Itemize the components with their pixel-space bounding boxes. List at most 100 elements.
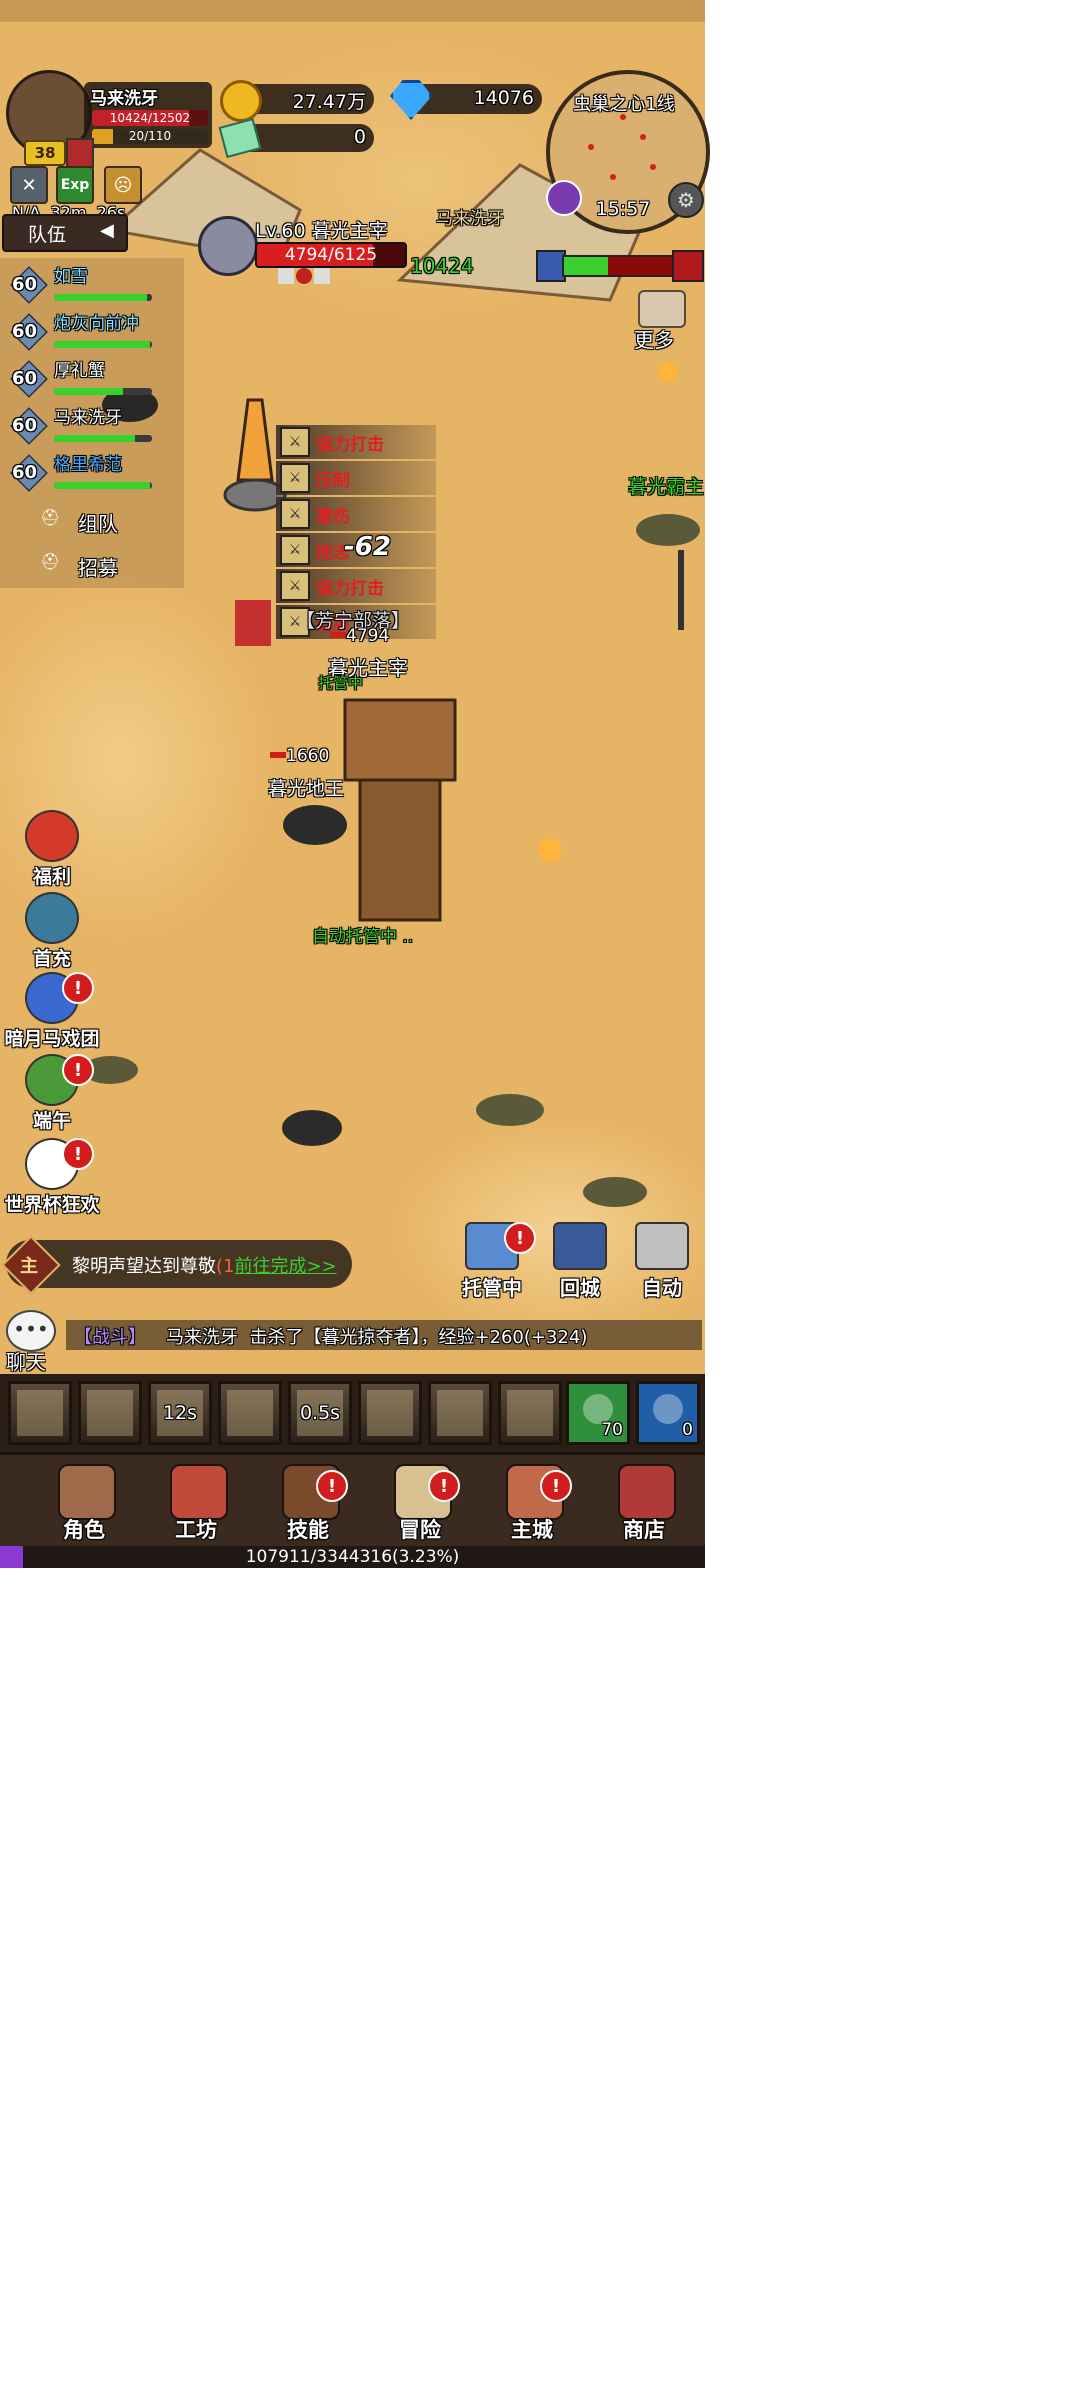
world-player-label: 马来洗牙 [436,209,504,229]
action-label: 托管中 [462,1276,522,1300]
party-member-name: 炮灰向前冲 [54,314,139,334]
chat-channel: 【战斗】 [74,1327,146,1348]
minion-mini-hp-bar [270,752,286,758]
rage-buff-icon[interactable]: ☹ [104,166,142,204]
target-portrait[interactable] [198,216,258,276]
skill-slot[interactable] [358,1381,422,1445]
left-menu-label: 端午 [32,1110,71,1132]
left-menu-circus-tent[interactable]: 暗月马戏团! [2,972,102,1051]
nav-scroll-map[interactable]: 冒险! [370,1460,470,1546]
recruit-button-label: 招募 [78,556,118,580]
consumable-slot[interactable]: 0 [636,1381,700,1445]
left-menu-gift[interactable]: 福利 [2,810,102,889]
shop-icon [618,1464,676,1520]
nav-character[interactable]: 角色 [34,1460,134,1546]
skill-icon: ⚔ [280,535,310,565]
skill-slot[interactable] [8,1381,72,1445]
party-member-name: 马来洗牙 [54,408,122,428]
top-border [0,0,705,22]
quest-go-link[interactable]: 前往完成>> [234,1256,336,1277]
player-info-panel: 马来洗牙 10424/12502 20/110 [84,82,212,148]
crossed-axes-buff-icon[interactable]: ✕ [10,166,48,204]
enemy-name-right[interactable]: 暮光霸主 [628,472,704,499]
team-toggle[interactable]: 队伍 ◀ [2,214,128,252]
skill-slot[interactable]: 12s [148,1381,212,1445]
combat-log-skill: 强力打击 [316,434,384,455]
gift-icon [25,810,79,862]
exp-buff-icon[interactable]: Exp [56,166,94,204]
quest-objective: 黎明声望达到尊敬 [72,1256,216,1277]
action-crossed-swords[interactable]: 自动 [622,1222,702,1300]
consumable-slot[interactable]: 70 [566,1381,630,1445]
party-member[interactable]: 60 炮灰向前冲 [8,309,178,355]
shield-bash-skill-icon [87,1390,133,1436]
action-portal[interactable]: 回城 [540,1222,620,1300]
nav-label: 冒险 [399,1518,441,1542]
pvp-swords-icon[interactable] [546,180,582,216]
consumable-count: 0 [682,1420,693,1440]
left-menu-label: 福利 [32,866,71,888]
campfire [538,838,562,862]
party-member-hp-bar [54,435,152,442]
skill-slot[interactable] [78,1381,142,1445]
party-member[interactable]: 60 马来洗牙 [8,403,178,449]
hyena-monster [476,1094,544,1126]
party-member-hp-bar [54,482,152,489]
fire-spire [236,398,274,482]
skill-icon: ⚔ [280,463,310,493]
party-member[interactable]: 60 格里希范 [8,450,178,496]
watchtower [358,768,442,922]
party-member[interactable]: 60 厚礼蟹 [8,356,178,402]
debuff-icon [314,268,330,284]
skill-cooldown: 12s [162,1402,198,1424]
damage-number: -62 [344,532,391,562]
left-menu-first-charge[interactable]: 首充 [2,892,102,971]
left-menu-label: 暗月马戏团 [4,1028,100,1050]
helmet-icon: ⛑ [40,552,61,571]
nav-label: 商店 [623,1518,665,1542]
combat-log-entry: ⚔ 强力打击 [276,425,436,459]
party-member-hp-bar [54,294,152,301]
alert-badge-icon: ! [540,1470,572,1502]
combat-log-entry: ⚔ 压制 [276,461,436,495]
spider-monster [282,1110,342,1146]
nav-anvil[interactable]: 工坊 [146,1460,246,1546]
left-menu-rice-dumpling[interactable]: 端午! [2,1054,102,1133]
target-debuffs [278,268,336,286]
target-title: Lv.60 暮光主宰 [255,220,388,242]
quest-tracker[interactable]: 主 黎明声望达到尊敬(1前往完成>> [1,1235,352,1295]
left-menu-soccer-ball[interactable]: 世界杯狂欢! [2,1138,102,1217]
collapse-arrow-icon: ◀ [100,220,114,241]
debuff-icon [296,268,312,284]
nav-shop[interactable]: 商店 [594,1460,694,1546]
party-member-name: 如雪 [54,267,88,287]
skill-slot[interactable] [218,1381,282,1445]
party-member-hp-bar [54,341,152,348]
minion-nameplate[interactable]: 暮光地王 [268,774,344,801]
player-mp-text: 20/110 [128,129,172,143]
party-member-level: 60 [12,462,38,483]
action-label: 自动 [642,1276,682,1300]
skill-slot[interactable] [428,1381,492,1445]
action-monitor[interactable]: 托管中! [452,1222,536,1300]
gem-amount: 14076 [473,87,534,109]
spider-monster [283,805,347,845]
action-label: 回城 [560,1276,600,1300]
skill-slot[interactable] [498,1381,562,1445]
chat-message-bar[interactable]: 【战斗】 马来洗牙 击杀了【暮光掠夺者】，经验+260(+324) [66,1320,702,1350]
chat-label: 聊天 [6,1350,46,1374]
slash-skill-icon [17,1390,63,1436]
soup-bowl-icon [653,1394,683,1424]
skill-slot[interactable]: 0.5s [288,1381,352,1445]
nav-label: 角色 [63,1518,105,1542]
combat-log-skill: 压制 [316,470,350,491]
party-member[interactable]: 60 如雪 [8,262,178,308]
nav-skill-book[interactable]: 技能! [258,1460,358,1546]
nav-castle[interactable]: 主城! [482,1460,582,1546]
boss-hp-number: 4794 [346,626,390,646]
settings-gear-icon[interactable]: ⚙ [668,182,704,218]
more-button[interactable]: 更多 [630,286,690,352]
managed-status: 托管中 [318,674,364,692]
nav-label: 技能 [287,1518,329,1542]
player-mp-bar: 20/110 [92,129,208,144]
